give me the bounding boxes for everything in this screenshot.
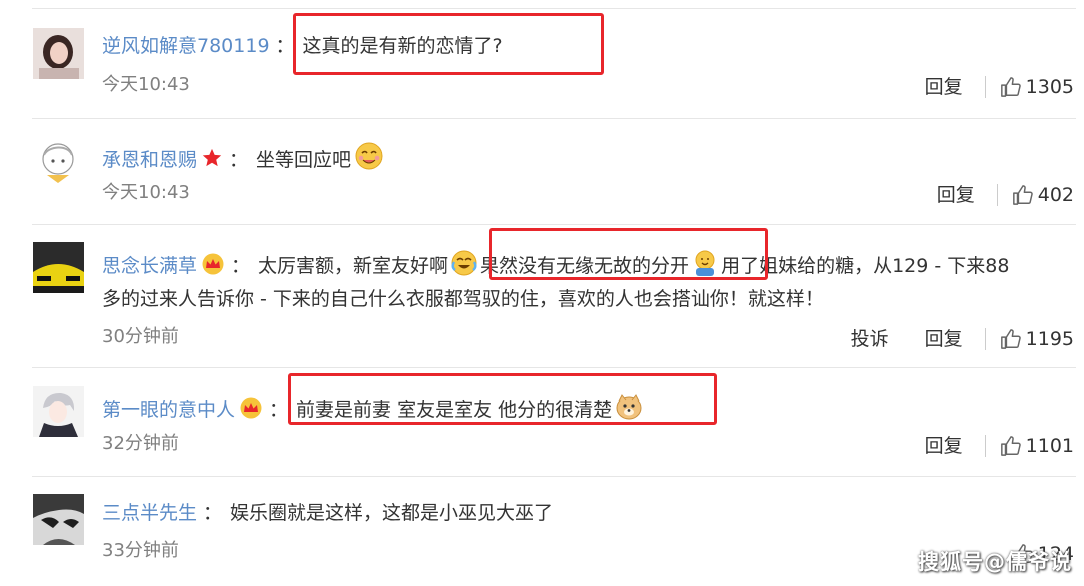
colon: ： (229, 149, 249, 171)
yummy-face-emoji-icon (355, 142, 383, 170)
comment-time: 32分钟前 (102, 433, 179, 454)
comment-line: 三点半先生 ： 娱乐圈就是这样，这都是小巫见大巫了 (102, 501, 1084, 525)
highlight-box (293, 13, 604, 75)
username-link[interactable]: 思念长满草 (102, 255, 197, 277)
comment-text: 坐等回应吧 (256, 149, 352, 171)
colon: ： (231, 255, 251, 277)
like-button[interactable]: 1195 (1000, 326, 1074, 352)
like-count: 1195 (1025, 328, 1074, 350)
thumbs-up-icon (1000, 436, 1021, 456)
thumbs-up-icon (1000, 77, 1021, 97)
avatar[interactable] (33, 242, 84, 293)
comment-divider (32, 8, 1076, 9)
crying-laughing-emoji-icon (451, 250, 477, 276)
like-count: 402 (1037, 184, 1074, 206)
username-link[interactable]: 三点半先生 (102, 502, 197, 524)
comment-text-line2: 多的过来人告诉你 - 下来的自己什么衣服都驾驭的住，喜欢的人也会搭讪你！就这样！ (102, 288, 824, 310)
comment-time: 33分钟前 (102, 540, 179, 561)
reply-button[interactable]: 回复 (925, 326, 963, 352)
avatar[interactable] (33, 135, 84, 186)
comment-line: 承恩和恩赐 ： 坐等回应吧 (102, 141, 1084, 172)
comment-text: 太厉害额，新室友好啊 (258, 255, 449, 277)
avatar[interactable] (33, 386, 84, 437)
action-divider (984, 328, 986, 350)
reply-button[interactable]: 回复 (925, 74, 963, 100)
report-button[interactable]: 投诉 (851, 326, 889, 352)
comment-actions: 回复 1305 (889, 74, 1074, 100)
comment-divider (32, 476, 1076, 477)
like-button[interactable]: 1305 (1000, 74, 1074, 100)
colon: ： (269, 399, 289, 421)
reply-button[interactable]: 回复 (937, 182, 975, 208)
crown-badge-icon (202, 253, 224, 275)
comment-divider (32, 118, 1076, 119)
username-link[interactable]: 逆风如解意780119 (102, 35, 270, 57)
comment-actions: 投诉 回复 1195 (851, 326, 1074, 352)
avatar[interactable] (33, 28, 84, 79)
comment-time: 今天10:43 (102, 74, 190, 95)
like-button[interactable]: 1101 (1000, 433, 1074, 459)
highlight-box (489, 228, 768, 280)
crown-badge-icon (240, 397, 262, 419)
action-divider (996, 184, 998, 206)
comment-actions: 回复 402 (901, 182, 1074, 208)
thumbs-up-icon (1012, 185, 1033, 205)
like-button[interactable]: 402 (1012, 182, 1074, 208)
thumbs-up-icon (1000, 329, 1021, 349)
like-count: 1305 (1025, 76, 1074, 98)
comment-time: 今天10:43 (102, 182, 190, 203)
comment-time: 30分钟前 (102, 326, 179, 347)
reply-button[interactable]: 回复 (925, 433, 963, 459)
avatar[interactable] (33, 494, 84, 545)
colon: ： (275, 35, 295, 57)
action-divider (984, 76, 986, 98)
like-count: 1101 (1025, 435, 1074, 457)
highlight-box (288, 373, 717, 425)
username-link[interactable]: 承恩和恩赐 (102, 149, 197, 171)
red-star-badge-icon (202, 148, 222, 167)
comment-text: 娱乐圈就是这样，这都是小巫见大巫了 (230, 502, 554, 524)
comment-divider (32, 367, 1076, 368)
comment-divider (32, 224, 1076, 225)
watermark: 搜狐号@儒爷说 (918, 550, 1072, 574)
username-link[interactable]: 第一眼的意中人 (102, 399, 235, 421)
comment-actions: 回复 1101 (889, 433, 1074, 459)
colon: ： (203, 502, 223, 524)
action-divider (984, 435, 986, 457)
